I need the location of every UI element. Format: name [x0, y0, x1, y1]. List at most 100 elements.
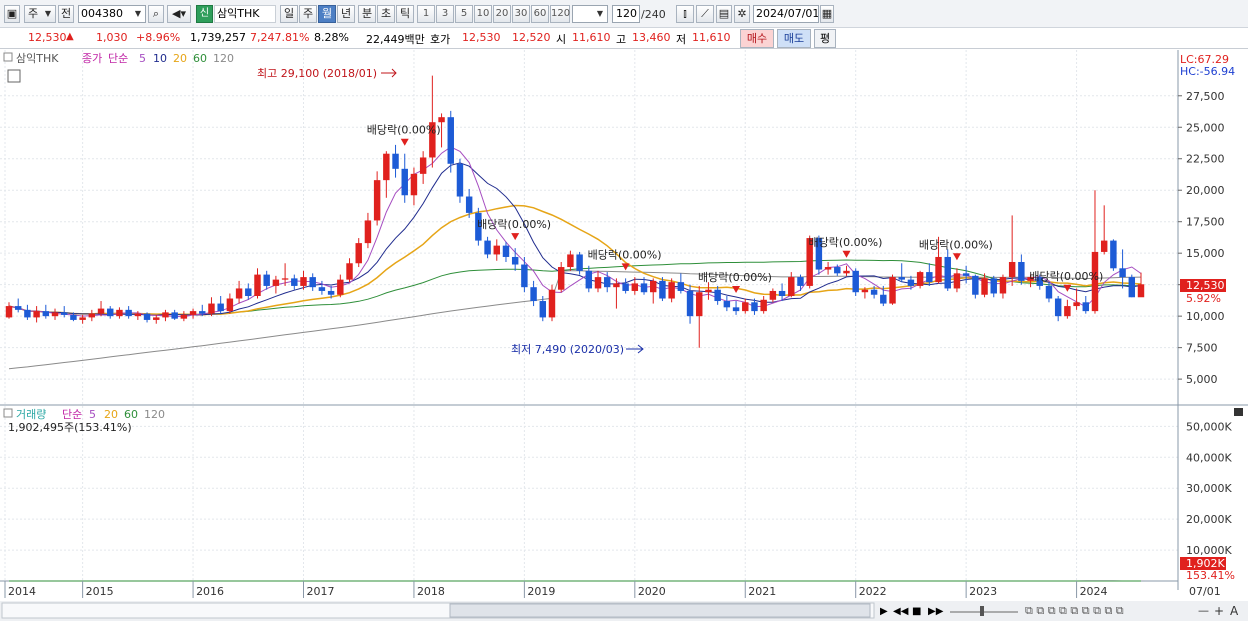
candle-body [355, 243, 362, 264]
period-week[interactable]: 주 [299, 5, 317, 23]
candle-body [972, 275, 979, 295]
scroll-right-icon[interactable]: ▶ [880, 606, 888, 617]
candle-body [143, 313, 151, 320]
max-label: 최고 29,100 (2018/01) [257, 67, 377, 80]
mode-select[interactable]: 주 ▼ [24, 5, 56, 23]
num-1[interactable]: 1 [417, 5, 435, 23]
candle-body [668, 282, 675, 299]
candle-icon[interactable]: ⫾ [676, 5, 694, 23]
candle-body [539, 301, 547, 318]
legend-ma5: 5 [139, 52, 146, 65]
candle-body [254, 274, 261, 296]
num-5[interactable]: 5 [455, 5, 473, 23]
candle-body [1073, 302, 1080, 307]
forward-icon[interactable]: ▶▶ [928, 606, 944, 617]
date-input[interactable]: 2024/07/01 [753, 5, 819, 23]
time-label: 2024 [1080, 585, 1108, 598]
chevron-down-icon[interactable]: ▼ [132, 7, 144, 21]
new-badge: 신 [196, 5, 213, 23]
prev-button[interactable]: 전 [58, 5, 74, 23]
open-price: 11,610 [572, 31, 611, 44]
calendar-icon[interactable]: ▦ [820, 5, 834, 23]
zoom-out-icon[interactable]: — [1198, 604, 1209, 617]
search-icon[interactable]: ⌕ [148, 5, 164, 23]
num-3[interactable]: 3 [436, 5, 454, 23]
candle-body [60, 312, 68, 315]
num-20[interactable]: 20 [493, 5, 511, 23]
time-label: 2023 [969, 585, 997, 598]
scrollbar-thumb[interactable] [449, 603, 871, 618]
hc-label: HC:-56.94 [1180, 65, 1235, 78]
avg-button[interactable]: 평 [814, 29, 836, 48]
speaker-icon[interactable]: ◀▾ [167, 5, 191, 23]
candle-body [24, 309, 31, 318]
num-10[interactable]: 10 [474, 5, 492, 23]
num-120[interactable]: 120 [550, 5, 570, 23]
time-label: 2021 [748, 585, 776, 598]
panel-icon[interactable] [3, 52, 13, 62]
candle-body [337, 279, 344, 295]
interval-select[interactable]: ▼ [572, 5, 608, 23]
tools-icons[interactable]: ⧉ ⧉ ⧉ ⧉ ⧉ ⧉ ⧉ ⧉ ⧉ [1025, 604, 1124, 617]
volume-tick-label: 10,000K [1186, 544, 1232, 557]
period-tick[interactable]: 틱 [396, 5, 414, 23]
candle-body [419, 157, 427, 174]
candle-body [70, 314, 77, 320]
candle-body [788, 277, 795, 296]
candle-body [843, 270, 850, 274]
turnover: 8.28% [314, 31, 349, 44]
code-input[interactable]: 004380 ▼ [78, 5, 146, 23]
volume-info: 1,902,495주(153.41%) [8, 421, 132, 434]
quote-bar: 12,530 ▲ 1,030 +8.96% 1,739,257 7,247.81… [0, 28, 1248, 49]
dividend-label: 배당락(0.00%) [367, 124, 441, 137]
vol-legend-60: 60 [124, 408, 138, 421]
legend-ma20: 20 [173, 52, 187, 65]
candle-body [79, 317, 86, 320]
text-tool-icon[interactable]: A [1230, 604, 1239, 618]
candle-body [916, 272, 924, 286]
panel-close-icon[interactable] [1234, 408, 1243, 416]
candle-body [622, 283, 629, 291]
candle-body [456, 163, 464, 197]
candle-body [189, 311, 197, 315]
candle-body [889, 277, 896, 304]
period-year[interactable]: 년 [337, 5, 355, 23]
time-label: 2014 [8, 585, 36, 598]
price-tick-label: 20,000 [1186, 184, 1225, 197]
candle-body [962, 273, 970, 276]
price-tick-label: 7,500 [1186, 342, 1218, 355]
volume-panel-icon[interactable] [3, 408, 13, 418]
candle-body [640, 283, 648, 293]
buy-button[interactable]: 매수 [740, 29, 774, 48]
window-icon[interactable]: ▣ [4, 5, 20, 23]
table-icon[interactable] [7, 69, 21, 83]
line-icon[interactable]: ⟋ [696, 5, 714, 23]
stop-icon[interactable]: ■ [912, 606, 921, 617]
candle-body [834, 267, 841, 274]
candle-body [383, 153, 390, 181]
candle-body [245, 288, 252, 296]
candle-body [493, 245, 500, 255]
period-minute[interactable]: 분 [358, 5, 376, 23]
count-input[interactable]: 120 [612, 5, 640, 23]
rewind-icon[interactable]: ◀◀ [893, 606, 909, 617]
zoom-in-icon[interactable]: + [1214, 604, 1224, 618]
price-tick-label: 25,000 [1186, 121, 1225, 134]
period-day[interactable]: 일 [280, 5, 298, 23]
period-second[interactable]: 초 [377, 5, 395, 23]
candle-body [521, 264, 528, 288]
period-month[interactable]: 월 [318, 5, 336, 23]
hoga-label: 호가 [430, 33, 451, 46]
num-30[interactable]: 30 [512, 5, 530, 23]
candle-body [990, 278, 997, 294]
zoom-handle[interactable] [980, 606, 984, 616]
save-icon[interactable]: ▤ [716, 5, 732, 23]
candle-body [585, 270, 593, 289]
gear-icon[interactable]: ✲ [734, 5, 750, 23]
candle-body [981, 278, 988, 295]
candle-body [392, 153, 399, 169]
candle-body [281, 278, 289, 280]
candle-body [797, 277, 804, 286]
num-60[interactable]: 60 [531, 5, 549, 23]
sell-button[interactable]: 매도 [777, 29, 811, 48]
